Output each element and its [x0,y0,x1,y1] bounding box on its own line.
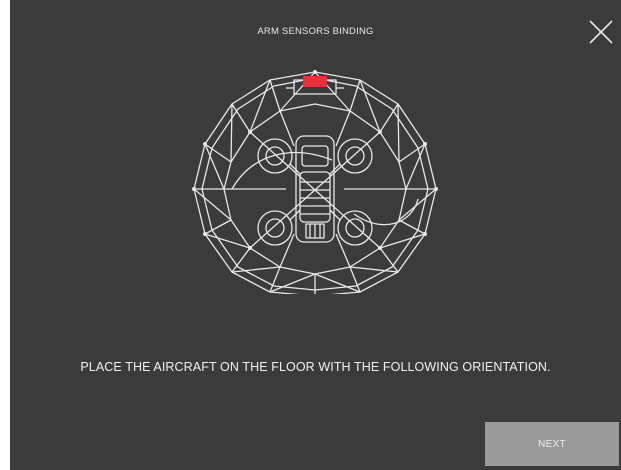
orientation-marker [303,76,327,87]
page-title: ARM SENSORS BINDING [257,26,374,37]
aircraft-illustration [182,64,448,299]
close-icon [589,20,613,44]
drone-cage-icon [192,70,438,298]
orientation-instruction: PLACE THE AIRCRAFT ON THE FLOOR WITH THE… [80,360,551,374]
next-button[interactable]: NEXT [485,422,619,466]
arm-sensors-binding-screen: ARM SENSORS BINDING PLACE THE AIRCRAFT O… [10,0,621,470]
close-button[interactable] [587,18,615,46]
